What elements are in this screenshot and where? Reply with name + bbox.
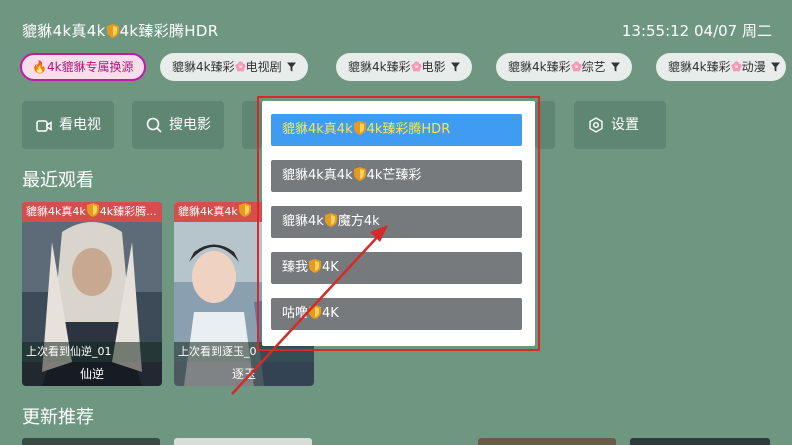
filter-icon [287, 62, 296, 72]
card-title: 仙逆 [22, 362, 162, 386]
shield-icon [107, 24, 119, 38]
blossom-icon [411, 61, 422, 72]
shield-icon [354, 121, 366, 135]
search-movies-button[interactable]: 搜电影 [132, 101, 224, 149]
update-card-4[interactable] [630, 438, 770, 445]
filter-icon [771, 62, 780, 72]
shield-icon [354, 167, 366, 181]
source-badge: 貔貅4k真4k 4k臻彩腾... [22, 202, 162, 222]
card-title: 逐玉 [174, 362, 314, 386]
source-tab-anime[interactable]: 貔貅4k臻彩 动漫 [656, 53, 786, 81]
source-option-4[interactable]: 臻我 4K [271, 252, 522, 284]
settings-icon [589, 117, 603, 133]
shield-icon [309, 305, 321, 319]
shield-icon [309, 259, 321, 273]
update-card-3[interactable] [478, 438, 616, 445]
source-option-2[interactable]: 貔貅4k真4k 4k芒臻彩 [271, 160, 522, 192]
source-tab-movies[interactable]: 貔貅4k臻彩 电影 [336, 53, 472, 81]
recent-section-title: 最近观看 [22, 170, 94, 191]
watch-progress: 上次看到仙逆_01 [22, 342, 162, 362]
source-option-1[interactable]: 貔貅4k真4k 4k臻彩腾HDR [271, 114, 522, 146]
shield-icon [239, 203, 251, 217]
updates-section-title: 更新推荐 [22, 407, 94, 428]
app-title: 貔貅4k真4k 4k臻彩腾HDR [22, 22, 219, 40]
source-option-5[interactable]: 咕噜 4K [271, 298, 522, 330]
source-tab-tv-series[interactable]: 貔貅4k臻彩 电视剧 [160, 53, 308, 81]
watch-tv-button[interactable]: 看电视 [22, 101, 114, 149]
search-icon [146, 117, 162, 133]
top-bar: 貔貅4k真4k 4k臻彩腾HDR 13:55:12 04/07 周二 [22, 20, 772, 44]
blossom-icon [731, 61, 742, 72]
update-card-2[interactable] [174, 438, 312, 445]
blossom-icon [571, 61, 582, 72]
update-card-1[interactable] [22, 438, 160, 445]
shield-icon [87, 203, 99, 217]
blossom-icon [235, 61, 246, 72]
settings-button[interactable]: 设置 [574, 101, 666, 149]
video-camera-icon [36, 120, 52, 132]
source-option-3[interactable]: 貔貅4k 魔方4k [271, 206, 522, 238]
filter-icon [611, 62, 620, 72]
source-tab-variety[interactable]: 貔貅4k臻彩 综艺 [496, 53, 632, 81]
source-tabs: 🔥4k貔貅专属换源 貔貅4k臻彩 电视剧 貔貅4k臻彩 电影 貔貅4k臻彩 综艺 貔貅… [20, 53, 792, 81]
source-select-dialog: 貔貅4k真4k 4k臻彩腾HDR 貔貅4k真4k 4k芒臻彩 貔貅4k 魔方4k 臻我… [262, 101, 535, 346]
filter-icon [451, 62, 460, 72]
clock: 13:55:12 04/07 周二 [621, 22, 772, 40]
shield-icon [325, 213, 337, 227]
source-tab-exclusive[interactable]: 🔥4k貔貅专属换源 [20, 53, 146, 81]
recent-card-1[interactable]: 貔貅4k真4k 4k臻彩腾... 上次看到仙逆_01 仙逆 [22, 202, 162, 386]
